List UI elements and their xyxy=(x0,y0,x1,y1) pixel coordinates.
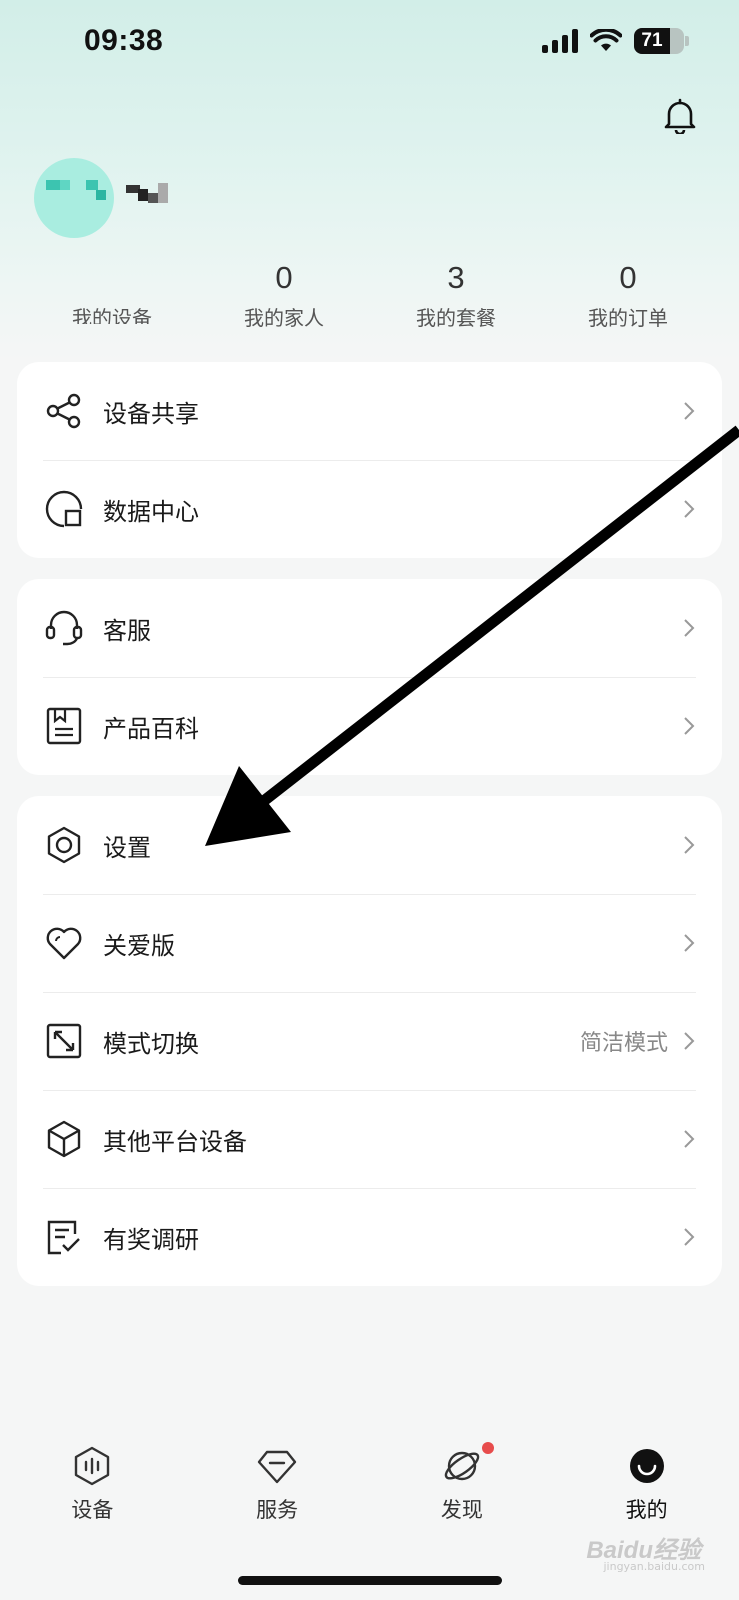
chevron-right-icon xyxy=(684,500,695,518)
status-icons: 71 xyxy=(542,28,689,54)
heart-icon xyxy=(46,927,82,960)
menu-item-customer-service[interactable]: 客服 xyxy=(17,579,722,677)
stat-orders[interactable]: 0 我的订单 xyxy=(542,258,714,331)
menu-item-data-center[interactable]: 数据中心 xyxy=(17,460,722,558)
tab-devices[interactable]: 设备 xyxy=(0,1430,185,1540)
stat-value: 3 xyxy=(447,260,465,295)
watermark-url: jingyan.baidu.com xyxy=(603,1560,705,1573)
mode-switch-icon xyxy=(46,1023,82,1059)
menu-item-device-share[interactable]: 设备共享 xyxy=(17,362,722,460)
chevron-right-icon xyxy=(684,1130,695,1148)
battery-icon: 71 xyxy=(634,28,684,54)
menu-item-settings[interactable]: 设置 xyxy=(17,796,722,894)
survey-icon xyxy=(47,1220,80,1255)
tab-services[interactable]: 服务 xyxy=(185,1430,370,1540)
menu-item-label: 客服 xyxy=(103,616,151,645)
notification-bell-icon[interactable] xyxy=(663,98,697,134)
chevron-right-icon xyxy=(684,934,695,952)
notification-badge xyxy=(481,1442,494,1454)
menu-item-label: 其他平台设备 xyxy=(103,1127,247,1156)
device-tab-icon xyxy=(75,1446,110,1486)
menu-item-label: 有奖调研 xyxy=(103,1225,199,1254)
stat-value: 0 xyxy=(275,260,293,295)
menu-card-3: 设置 关爱版 模式切换 简洁模式 其他平台设备 有奖调研 xyxy=(17,796,722,1286)
bottom-tab-bar: 设备 服务 发现 我的 xyxy=(0,1430,739,1540)
planet-tab-icon xyxy=(444,1451,480,1481)
menu-item-label: 模式切换 xyxy=(103,1029,199,1058)
menu-item-mode-switch[interactable]: 模式切换 简洁模式 xyxy=(17,992,722,1090)
tab-label: 服务 xyxy=(256,1498,299,1522)
menu-item-label: 产品百科 xyxy=(103,714,199,743)
menu-item-label: 设备共享 xyxy=(103,399,199,428)
stat-label: 我的套餐 xyxy=(416,306,496,330)
stat-plans[interactable]: 3 我的套餐 xyxy=(370,258,542,331)
menu-item-label: 数据中心 xyxy=(103,497,199,526)
avatar[interactable] xyxy=(34,158,114,238)
status-time: 09:38 xyxy=(84,24,164,57)
menu-card-2: 客服 产品百科 xyxy=(17,579,722,775)
book-icon xyxy=(46,707,82,745)
tab-discover[interactable]: 发现 xyxy=(370,1430,555,1540)
cellular-signal-icon xyxy=(542,29,578,53)
service-tab-icon xyxy=(257,1450,297,1484)
stats-row: 我的设备 0 我的家人 3 我的套餐 0 我的订单 xyxy=(26,258,714,331)
chevron-right-icon xyxy=(684,1032,695,1050)
stat-label: 我的设备 xyxy=(72,306,152,324)
menu-item-other-platform-devices[interactable]: 其他平台设备 xyxy=(17,1090,722,1188)
tab-label: 发现 xyxy=(440,1498,483,1522)
chevron-right-icon xyxy=(684,717,695,735)
stat-label: 我的订单 xyxy=(588,306,668,330)
menu-item-label: 关爱版 xyxy=(103,931,175,960)
tab-label: 我的 xyxy=(625,1498,668,1522)
chevron-right-icon xyxy=(684,619,695,637)
stat-value: 0 xyxy=(619,260,637,295)
menu-item-care-mode[interactable]: 关爱版 xyxy=(17,894,722,992)
smile-tab-icon xyxy=(629,1449,664,1483)
home-indicator[interactable] xyxy=(238,1576,502,1585)
stat-label: 我的家人 xyxy=(244,306,324,330)
tab-mine[interactable]: 我的 xyxy=(554,1430,739,1540)
menu-card-1: 设备共享 数据中心 xyxy=(17,362,722,558)
share-icon xyxy=(46,393,81,429)
current-mode-value: 简洁模式 xyxy=(579,1031,668,1056)
chevron-right-icon xyxy=(684,1228,695,1246)
cube-icon xyxy=(47,1120,81,1158)
battery-percent: 71 xyxy=(641,30,663,51)
stat-family[interactable]: 0 我的家人 xyxy=(198,258,370,331)
data-center-icon xyxy=(45,490,83,528)
menu-item-product-wiki[interactable]: 产品百科 xyxy=(17,677,722,775)
chevron-right-icon xyxy=(684,402,695,420)
stat-value xyxy=(26,258,198,298)
username xyxy=(126,183,172,207)
chevron-right-icon xyxy=(684,836,695,854)
tab-label: 设备 xyxy=(71,1498,114,1522)
menu-item-label: 设置 xyxy=(103,833,151,862)
stat-devices[interactable]: 我的设备 xyxy=(26,258,198,331)
hexagon-settings-icon xyxy=(47,826,81,864)
headset-icon xyxy=(45,610,83,646)
menu-item-survey[interactable]: 有奖调研 xyxy=(17,1188,722,1286)
wifi-icon xyxy=(590,29,622,51)
